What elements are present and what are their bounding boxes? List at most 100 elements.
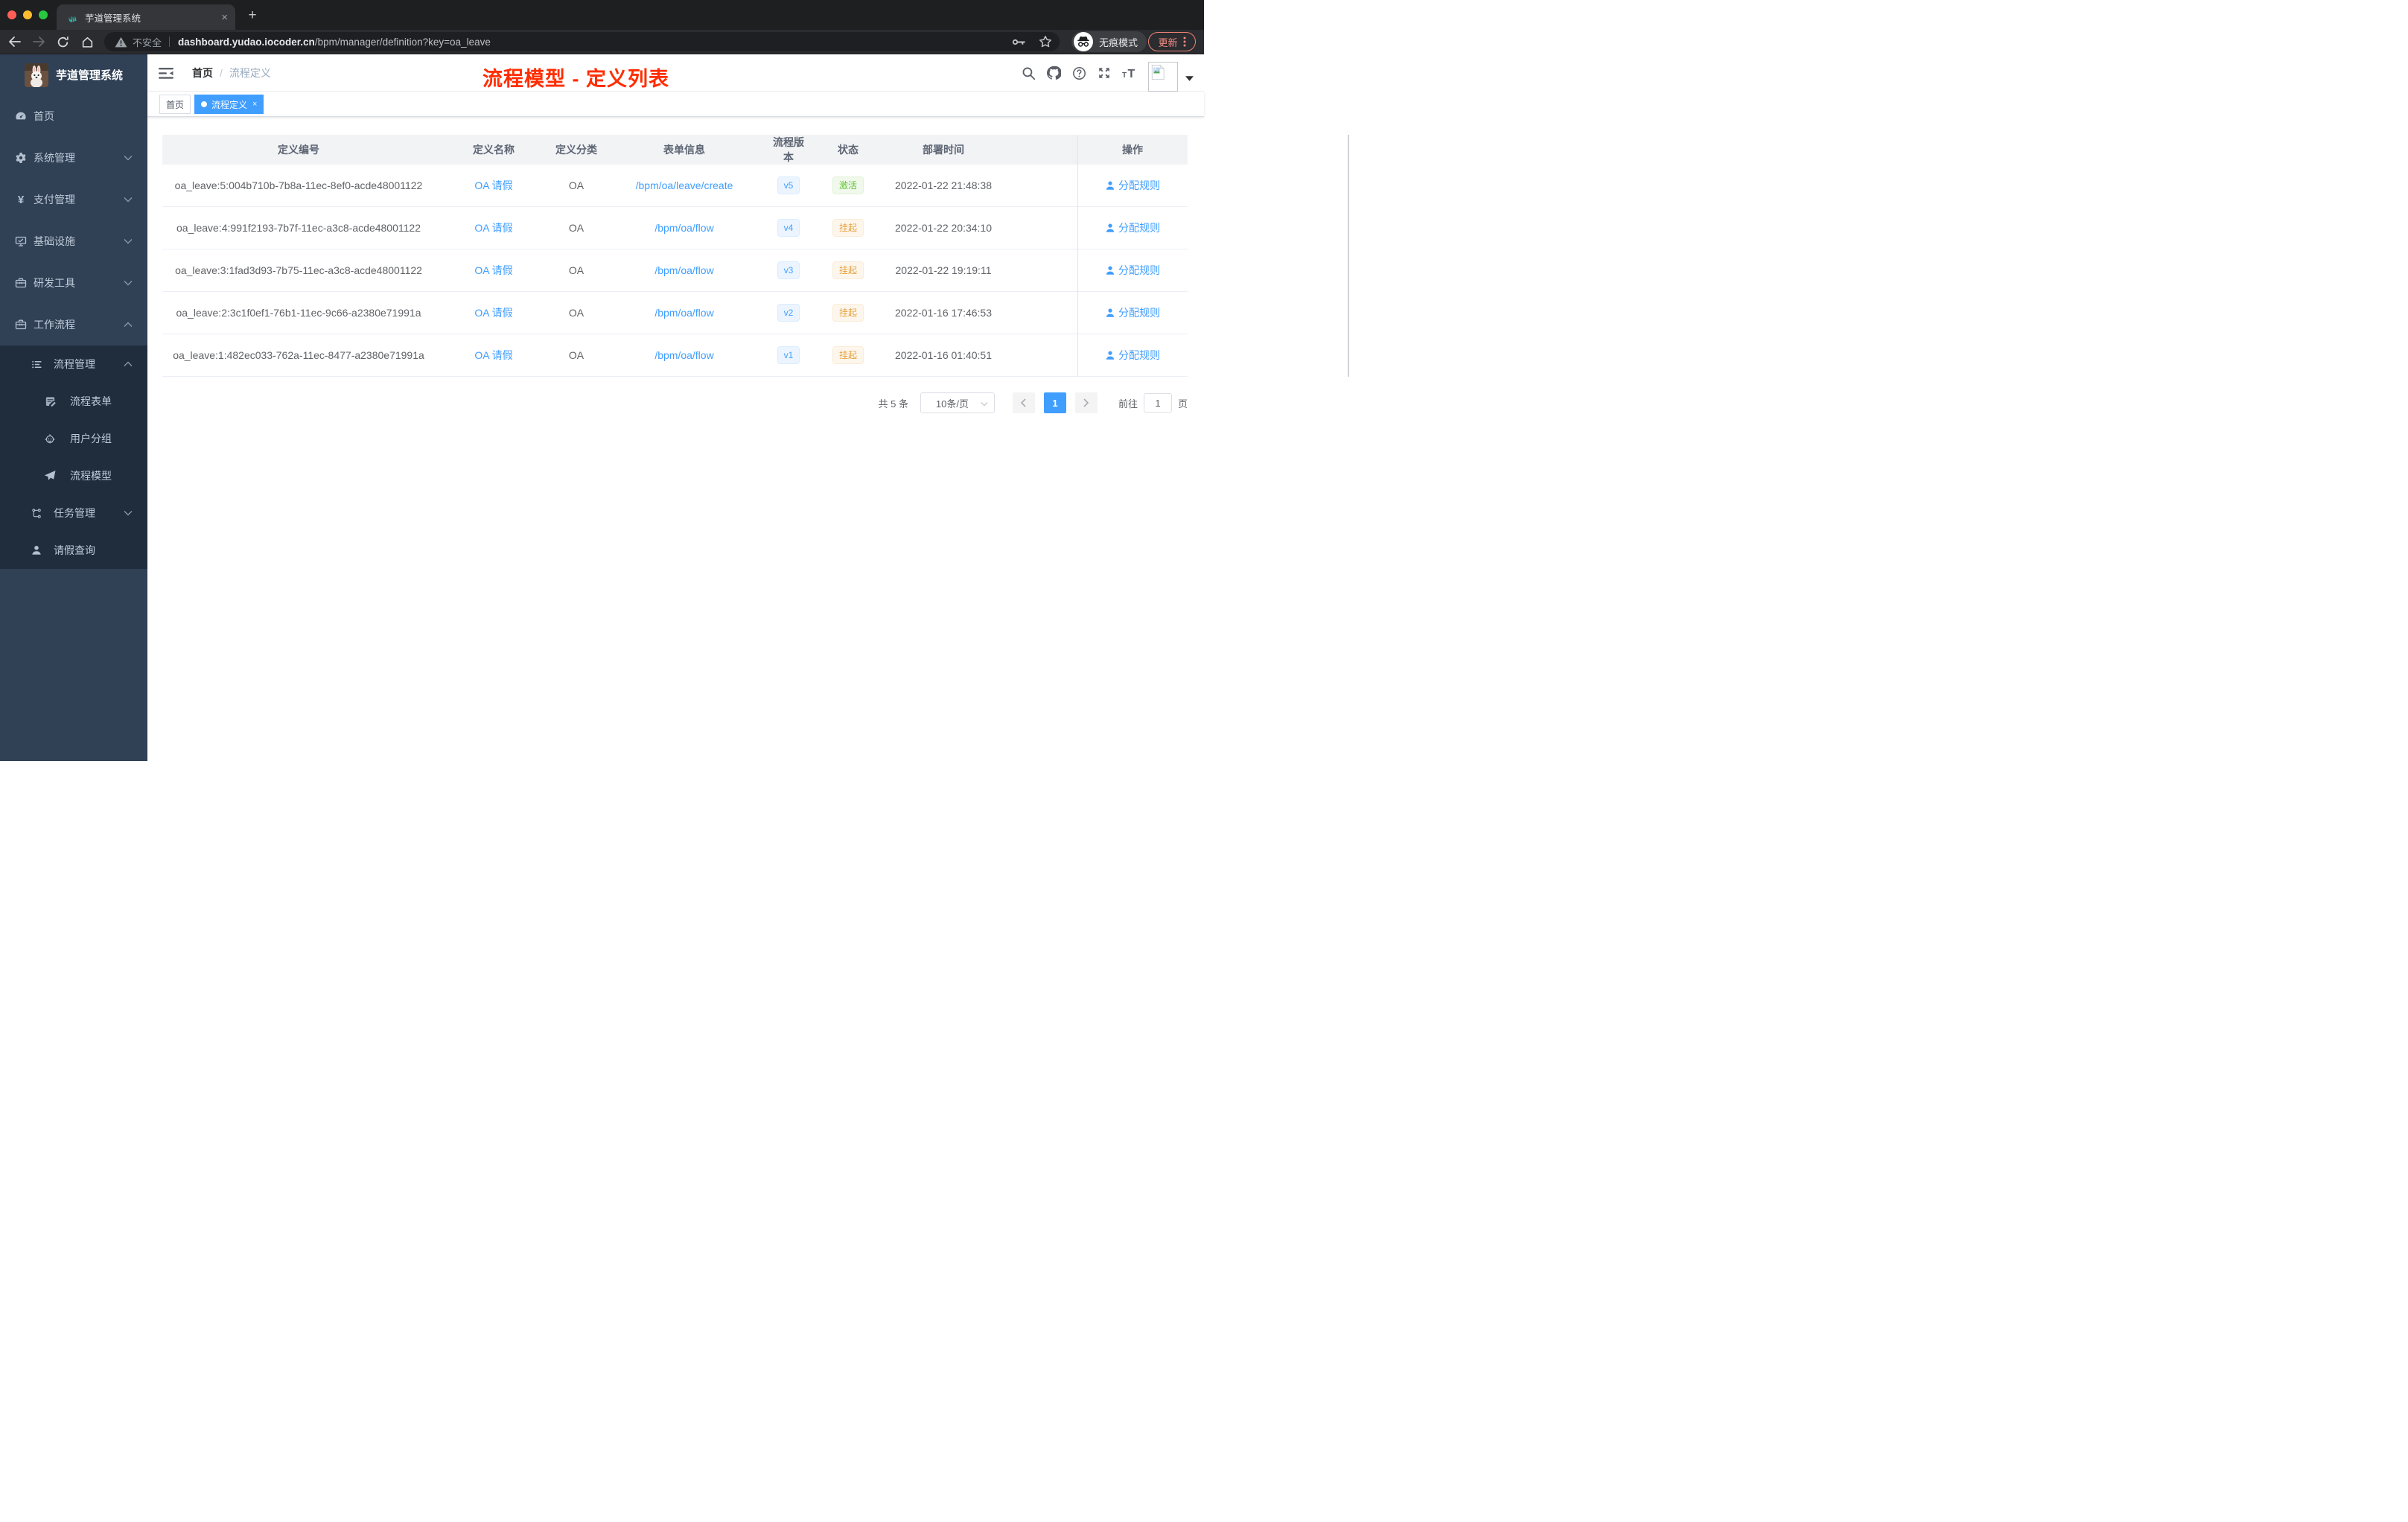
sidebar-item-user-group[interactable]: 用户分组	[0, 420, 147, 457]
tag-process-definition[interactable]: 流程定义 ×	[194, 95, 264, 114]
assign-rule-label: 分配规则	[1118, 222, 1160, 234]
form-info-link[interactable]: /bpm/oa/leave/create	[636, 179, 733, 191]
form-info-link[interactable]: /bpm/oa/flow	[654, 349, 713, 361]
window-minimize-button[interactable]	[23, 10, 32, 19]
home-icon[interactable]	[80, 34, 95, 49]
person-icon	[1105, 350, 1115, 360]
search-icon[interactable]	[1016, 54, 1041, 92]
page-number-button[interactable]: 1	[1043, 392, 1066, 413]
new-tab-button[interactable]: +	[243, 7, 262, 24]
version-badge: v5	[777, 176, 800, 194]
window-close-button[interactable]	[7, 10, 16, 19]
back-arrow-icon[interactable]	[7, 34, 22, 49]
sidebar-item-label: 流程管理	[54, 358, 95, 370]
definition-name-link[interactable]: OA 请假	[474, 307, 512, 319]
sidebar-item-leave-query[interactable]: 请假查询	[0, 532, 147, 569]
forward-arrow-icon[interactable]	[31, 34, 46, 49]
tab-close-icon[interactable]: ×	[221, 11, 228, 24]
status-badge: 挂起	[832, 304, 864, 322]
user-avatar[interactable]	[1148, 62, 1178, 92]
assign-rule-link[interactable]: 分配规则	[1105, 305, 1160, 320]
security-label: 不安全	[133, 36, 162, 48]
person-icon	[1105, 265, 1115, 276]
more-vert-icon[interactable]	[1183, 36, 1186, 47]
chevron-down-icon	[124, 197, 133, 203]
caret-down-icon[interactable]	[1185, 75, 1194, 81]
assign-rule-label: 分配规则	[1118, 349, 1160, 361]
hamburger-icon[interactable]	[159, 66, 173, 80]
url-host: dashboard.yudao.iocoder.cn	[178, 36, 315, 48]
sidebar-item-payment[interactable]: ¥ 支付管理	[0, 179, 147, 220]
sidebar-logo[interactable]: 芋道管理系统	[0, 54, 147, 95]
font-size-icon[interactable]: TT	[1117, 54, 1142, 92]
sidebar-menu: 首页系统管理 ¥ 支付管理 基础设施研发工具工作流程流程管理流程表单 用户分组 流程模型任…	[0, 95, 147, 569]
column-header: 状态	[838, 144, 859, 156]
next-page-button[interactable]	[1074, 392, 1098, 413]
page-unit-label: 页	[1177, 398, 1188, 410]
column-header: 表单信息	[663, 144, 705, 156]
address-bar[interactable]: 不安全 dashboard.yudao.iocoder.cn/bpm/manag…	[104, 32, 1060, 51]
sidebar-item-label: 任务管理	[54, 507, 95, 519]
reload-icon[interactable]	[55, 34, 70, 49]
sidebar-item-system[interactable]: 系统管理	[0, 137, 147, 179]
tag-home[interactable]: 首页	[159, 95, 191, 114]
tag-label: 首页	[166, 99, 185, 110]
definition-name-link[interactable]: OA 请假	[474, 179, 512, 191]
sidebar-item-process-model[interactable]: 流程模型	[0, 457, 147, 494]
deploy-time-cell: 2022-01-22 21:48:38	[895, 179, 992, 191]
annotation-text: 流程模型 - 定义列表	[482, 68, 669, 90]
pagination-total: 共 5 条	[878, 398, 908, 410]
plant-favicon-icon	[67, 12, 78, 23]
column-header: 定义名称	[473, 144, 515, 156]
sidebar-item-workflow[interactable]: 工作流程	[0, 304, 147, 346]
deploy-time-cell: 2022-01-22 20:34:10	[895, 222, 992, 234]
sidebar-item-task-mgmt[interactable]: 任务管理	[0, 494, 147, 532]
tag-close-icon[interactable]: ×	[252, 100, 257, 109]
sidebar-item-devtools[interactable]: 研发工具	[0, 262, 147, 304]
tag-label: 流程定义	[211, 99, 248, 110]
incognito-badge: 无痕模式	[1071, 31, 1147, 52]
window-zoom-button[interactable]	[39, 10, 48, 19]
assign-rule-link[interactable]: 分配规则	[1105, 220, 1160, 235]
question-icon[interactable]	[1066, 54, 1092, 92]
app-window: 芋道管理系统 首页系统管理 ¥ 支付管理 基础设施研发工具工作流程流程管理流程表单 用户…	[0, 54, 1349, 761]
definition-name-link[interactable]: OA 请假	[474, 349, 512, 361]
tags-view: 首页 流程定义 ×	[147, 92, 1204, 117]
assign-rule-link[interactable]: 分配规则	[1105, 178, 1160, 193]
sidebar-item-home[interactable]: 首页	[0, 95, 147, 137]
definition-id-cell: oa_leave:2:3c1f0ef1-76b1-11ec-9c66-a2380…	[176, 307, 421, 319]
toolbox-icon	[15, 319, 27, 331]
definition-name-link[interactable]: OA 请假	[474, 264, 512, 276]
definition-category-cell: OA	[568, 222, 585, 234]
column-header: 部署时间	[923, 144, 964, 156]
monitor-icon	[15, 235, 27, 247]
form-info-link[interactable]: /bpm/oa/flow	[654, 264, 713, 276]
assign-rule-link[interactable]: 分配规则	[1105, 348, 1160, 363]
chevron-up-icon	[124, 361, 133, 367]
star-icon[interactable]	[1039, 35, 1052, 48]
sidebar-item-process-mgmt[interactable]: 流程管理	[0, 346, 147, 383]
prev-page-button[interactable]	[1012, 392, 1035, 413]
sidebar-item-label: 系统管理	[34, 152, 75, 164]
assign-rule-link[interactable]: 分配规则	[1105, 263, 1160, 278]
browser-update-button[interactable]: 更新	[1148, 32, 1196, 51]
sidebar-item-label: 研发工具	[34, 277, 75, 289]
github-icon[interactable]	[1041, 54, 1066, 92]
warning-icon	[115, 36, 127, 48]
sidebar-item-infra[interactable]: 基础设施	[0, 220, 147, 262]
breadcrumb-home[interactable]: 首页	[192, 66, 213, 80]
fullscreen-icon[interactable]	[1092, 54, 1117, 92]
goto-page-input[interactable]	[1143, 393, 1172, 413]
status-badge: 挂起	[832, 346, 864, 364]
dashboard-icon	[15, 110, 27, 122]
form-info-link[interactable]: /bpm/oa/flow	[654, 222, 713, 234]
key-icon[interactable]	[1012, 38, 1026, 46]
form-info-link[interactable]: /bpm/oa/flow	[654, 307, 713, 319]
definition-category-cell: OA	[568, 307, 585, 319]
sidebar-item-process-form[interactable]: 流程表单	[0, 383, 147, 420]
definition-name-link[interactable]: OA 请假	[474, 222, 512, 234]
definition-category-cell: OA	[568, 349, 585, 361]
browser-tab[interactable]: 芋道管理系统 ×	[57, 4, 235, 30]
page-size-select[interactable]: 10条/页	[920, 392, 995, 413]
column-header: 定义编号	[278, 144, 319, 156]
